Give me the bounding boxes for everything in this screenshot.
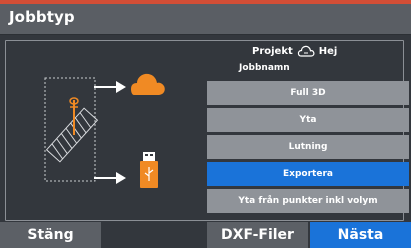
option-yta-fran-punkter[interactable]: Yta från punkter inkl volym xyxy=(207,189,409,213)
export-illustration xyxy=(44,73,165,188)
project-info: Projekt Hej xyxy=(252,45,337,57)
arrow-to-usb-icon xyxy=(94,172,126,184)
option-exportera[interactable]: Exportera xyxy=(207,162,409,186)
cloud-icon xyxy=(131,73,165,95)
close-button[interactable]: Stäng xyxy=(0,222,101,248)
hatched-area xyxy=(45,107,99,163)
option-lutning[interactable]: Lutning xyxy=(207,135,409,159)
job-name-label: Jobbnamn xyxy=(239,63,290,73)
project-label: Projekt xyxy=(252,45,293,57)
export-area-frame xyxy=(44,77,96,182)
option-full-3d[interactable]: Full 3D xyxy=(207,81,409,105)
project-name: Hej xyxy=(318,45,338,57)
usb-drive-icon xyxy=(140,152,158,188)
job-type-dialog: Jobbtyp Projekt Hej Jobbnamn Full 3D Yta… xyxy=(0,4,411,248)
dxf-files-button[interactable]: DXF-Filer xyxy=(207,222,308,248)
cloud-sync-icon xyxy=(297,45,315,57)
next-button[interactable]: Nästa xyxy=(310,222,411,248)
arrow-to-cloud-icon xyxy=(94,81,126,93)
job-type-options: Full 3D Yta Lutning Exportera Yta från p… xyxy=(207,81,409,216)
option-yta[interactable]: Yta xyxy=(207,108,409,132)
